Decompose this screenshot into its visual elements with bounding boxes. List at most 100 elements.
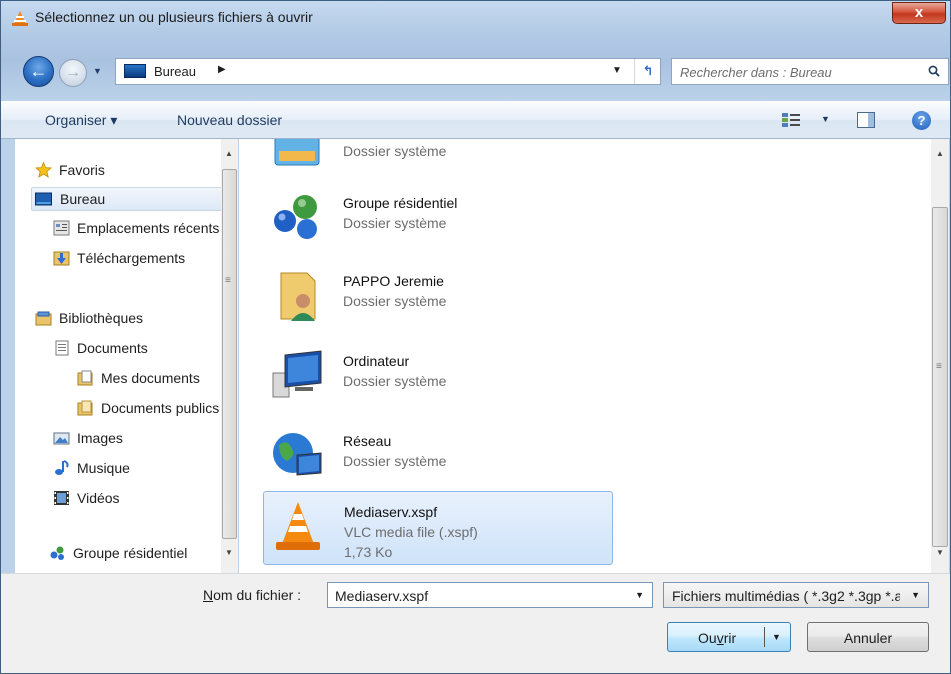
scrollbar-grip-icon: ≡ bbox=[225, 275, 231, 286]
file-item[interactable]: Ordinateur Dossier système bbox=[263, 341, 613, 415]
system-folder-icon bbox=[274, 139, 320, 166]
images-icon bbox=[53, 432, 70, 445]
nav-item-recent-places[interactable]: Emplacements récents bbox=[53, 217, 223, 241]
file-name: PAPPO Jeremie bbox=[343, 273, 444, 289]
file-description: Dossier système bbox=[343, 453, 447, 469]
nav-item-downloads[interactable]: Téléchargements bbox=[53, 247, 223, 271]
forward-button[interactable]: → bbox=[59, 59, 87, 87]
vlc-cone-icon bbox=[12, 11, 28, 26]
file-size: 1,73 Ko bbox=[344, 544, 393, 560]
cancel-button[interactable]: Annuler bbox=[807, 622, 929, 652]
scroll-down-arrow-icon[interactable]: ▼ bbox=[225, 548, 233, 557]
file-list: Dossier système Groupe résidentiel Dossi… bbox=[239, 139, 931, 573]
open-button[interactable]: Ouvrir ▼ bbox=[667, 622, 791, 652]
document-folder-icon bbox=[77, 400, 93, 416]
nav-item-videos[interactable]: Vidéos bbox=[53, 487, 223, 511]
filename-value[interactable]: Mediaserv.xspf bbox=[335, 588, 428, 604]
search-input[interactable]: Rechercher dans : Bureau bbox=[671, 58, 949, 85]
filename-dropdown-icon[interactable]: ▼ bbox=[635, 590, 644, 600]
nav-item-label: Téléchargements bbox=[77, 250, 186, 266]
address-dropdown[interactable]: ▼ bbox=[612, 65, 622, 76]
file-item-selected[interactable]: Mediaserv.xspf VLC media file (.xspf) 1,… bbox=[263, 491, 613, 565]
nav-item-label: Mes documents bbox=[101, 370, 200, 386]
videos-icon bbox=[54, 491, 69, 505]
dialog-footer: Nom du fichier : Mediaserv.xspf ▼ Fichie… bbox=[1, 573, 950, 673]
file-description: Dossier système bbox=[343, 215, 447, 231]
music-icon bbox=[55, 460, 69, 475]
view-options-icon[interactable] bbox=[781, 112, 801, 128]
cancel-button-label: Annuler bbox=[843, 630, 893, 646]
star-icon bbox=[35, 162, 52, 178]
nav-item-desktop[interactable]: Bureau bbox=[31, 187, 229, 211]
homegroup-icon bbox=[274, 195, 317, 239]
split-button-divider bbox=[764, 627, 765, 647]
nav-item-favorites[interactable]: Favoris bbox=[35, 159, 225, 183]
file-name: Ordinateur bbox=[343, 353, 410, 369]
filetype-value[interactable]: Fichiers multimédias ( *.3g2 *.3gp *.asf… bbox=[672, 588, 900, 604]
search-icon[interactable] bbox=[928, 65, 940, 77]
nav-item-documents[interactable]: Documents bbox=[53, 337, 223, 361]
nav-item-label: Bibliothèques bbox=[59, 310, 144, 326]
scrollbar-thumb[interactable] bbox=[222, 169, 237, 539]
address-row: ← → ▼ Bureau ▶ ▼ ↰ Rechercher dans : Bur… bbox=[1, 55, 950, 89]
filename-field[interactable]: Mediaserv.xspf ▼ bbox=[327, 582, 653, 608]
filetype-dropdown-icon[interactable]: ▼ bbox=[911, 590, 920, 600]
chevron-right-icon[interactable]: ▶ bbox=[218, 64, 226, 75]
address-location[interactable]: Bureau bbox=[154, 64, 196, 79]
file-list-scrollbar[interactable]: ▲ ≡ ▼ bbox=[931, 139, 949, 573]
nav-item-public-documents[interactable]: Documents publics bbox=[77, 397, 223, 421]
file-name: Réseau bbox=[343, 433, 392, 449]
scroll-up-arrow-icon[interactable]: ▲ bbox=[225, 149, 233, 158]
view-options-dropdown[interactable]: ▼ bbox=[821, 114, 830, 124]
filename-label-text: om du fichier : bbox=[213, 587, 302, 603]
file-description: VLC media file (.xspf) bbox=[344, 524, 478, 540]
filetype-select[interactable]: Fichiers multimédias ( *.3g2 *.3gp *.asf… bbox=[663, 582, 929, 608]
documents-icon bbox=[55, 340, 69, 356]
document-folder-icon bbox=[77, 370, 93, 386]
nav-item-label: Documents bbox=[77, 340, 148, 356]
file-item[interactable]: PAPPO Jeremie Dossier système bbox=[263, 261, 613, 335]
address-bar[interactable]: Bureau ▶ ▼ ↰ bbox=[115, 58, 661, 85]
title-bar[interactable]: Sélectionnez un ou plusieurs fichiers à … bbox=[1, 1, 950, 35]
filename-label-accelerator: N bbox=[203, 587, 214, 603]
nav-item-label: Documents publics bbox=[101, 400, 220, 416]
navigation-scrollbar[interactable]: ▲ ≡ ▼ bbox=[221, 139, 238, 573]
nav-item-music[interactable]: Musique bbox=[53, 457, 223, 481]
nav-item-label: Bureau bbox=[60, 191, 106, 207]
preview-pane-icon[interactable] bbox=[857, 112, 875, 128]
file-item[interactable]: Groupe résidentiel Dossier système bbox=[263, 183, 613, 257]
new-folder-button[interactable]: Nouveau dossier bbox=[177, 112, 282, 128]
desktop-icon bbox=[124, 64, 146, 78]
open-button-label: Ouvrir bbox=[698, 630, 736, 646]
recent-pages-dropdown[interactable]: ▼ bbox=[93, 66, 102, 76]
back-button[interactable]: ← bbox=[23, 56, 54, 87]
refresh-button[interactable]: ↰ bbox=[634, 59, 661, 84]
file-item[interactable]: Dossier système bbox=[263, 139, 613, 185]
command-bar: Organiser ▾ Nouveau dossier ▼ ? bbox=[1, 101, 950, 139]
scroll-up-arrow-icon[interactable]: ▲ bbox=[936, 149, 944, 158]
organise-button[interactable]: Organiser ▾ bbox=[45, 112, 117, 129]
nav-item-label: Musique bbox=[77, 460, 130, 476]
window-title: Sélectionnez un ou plusieurs fichiers à … bbox=[35, 9, 313, 25]
open-label-post: rir bbox=[723, 630, 737, 646]
nav-item-homegroup[interactable]: Groupe résidentiel bbox=[49, 542, 223, 566]
recent-places-icon bbox=[53, 220, 70, 236]
nav-item-my-documents[interactable]: Mes documents bbox=[77, 367, 223, 391]
libraries-icon bbox=[35, 311, 52, 326]
filename-label: Nom du fichier : bbox=[203, 587, 301, 603]
file-description: Dossier système bbox=[343, 293, 447, 309]
open-options-dropdown-icon[interactable]: ▼ bbox=[772, 632, 781, 642]
vlc-cone-icon bbox=[276, 502, 320, 550]
nav-item-libraries[interactable]: Bibliothèques bbox=[35, 307, 225, 331]
scroll-down-arrow-icon[interactable]: ▼ bbox=[936, 548, 944, 557]
help-icon[interactable]: ? bbox=[912, 111, 931, 130]
downloads-icon bbox=[53, 251, 70, 266]
network-icon bbox=[273, 433, 322, 476]
homegroup-icon bbox=[50, 546, 64, 560]
nav-item-label: Favoris bbox=[59, 162, 105, 178]
file-description: Dossier système bbox=[343, 373, 447, 389]
nav-item-images[interactable]: Images bbox=[53, 427, 223, 451]
close-button[interactable]: x bbox=[892, 2, 946, 24]
file-item[interactable]: Réseau Dossier système bbox=[263, 421, 613, 495]
scrollbar-thumb[interactable] bbox=[932, 207, 948, 547]
